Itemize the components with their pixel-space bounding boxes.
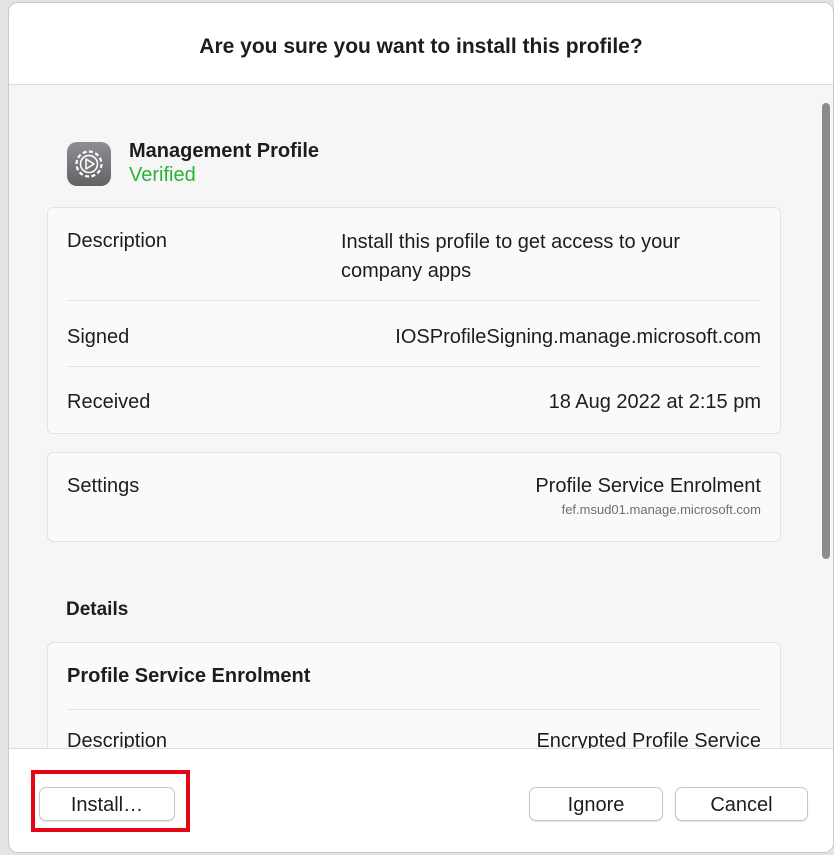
install-button[interactable]: Install… bbox=[39, 787, 175, 821]
profile-info-card: Description Install this profile to get … bbox=[47, 207, 781, 434]
cancel-button[interactable]: Cancel bbox=[675, 787, 808, 821]
details-entry-title: Profile Service Enrolment bbox=[67, 665, 311, 687]
settings-value: Profile Service Enrolment bbox=[535, 475, 761, 497]
dialog-title: Are you sure you want to install this pr… bbox=[199, 35, 643, 58]
install-profile-dialog: Are you sure you want to install this pr… bbox=[8, 2, 834, 853]
settings-sub-value: fef.msud01.manage.microsoft.com bbox=[561, 502, 761, 517]
received-value: 18 Aug 2022 at 2:15 pm bbox=[548, 391, 761, 413]
settings-gear-icon bbox=[67, 142, 111, 186]
signed-label: Signed bbox=[67, 326, 130, 348]
dialog-content[interactable]: Management Profile Verified Description … bbox=[9, 85, 833, 748]
row-divider bbox=[67, 300, 761, 301]
details-description-value: Encrypted Profile Service bbox=[536, 730, 761, 748]
details-description-label: Description bbox=[67, 730, 168, 748]
signed-value: IOSProfileSigning.manage.microsoft.com bbox=[395, 326, 761, 348]
row-divider bbox=[67, 709, 761, 710]
details-section-title: Details bbox=[66, 599, 129, 620]
profile-verified-status: Verified bbox=[129, 164, 196, 186]
scrollbar-thumb[interactable] bbox=[822, 103, 830, 559]
settings-values: Profile Service Enrolment fef.msud01.man… bbox=[535, 475, 761, 517]
dialog-footer: Install… Ignore Cancel bbox=[9, 748, 833, 852]
dialog-header: Are you sure you want to install this pr… bbox=[9, 3, 833, 85]
profile-name: Management Profile bbox=[129, 140, 320, 162]
settings-label: Settings bbox=[67, 475, 140, 497]
details-card: Profile Service Enrolment Description En… bbox=[47, 642, 781, 748]
description-row: Description Install this profile to get … bbox=[67, 230, 761, 282]
scrollbar[interactable] bbox=[819, 85, 833, 748]
description-label: Description bbox=[67, 230, 168, 252]
ignore-button[interactable]: Ignore bbox=[529, 787, 663, 821]
received-label: Received bbox=[67, 391, 151, 413]
row-divider bbox=[67, 366, 761, 367]
settings-card: Settings Profile Service Enrolment fef.m… bbox=[47, 452, 781, 542]
description-value: Install this profile to get access to yo… bbox=[341, 231, 681, 282]
